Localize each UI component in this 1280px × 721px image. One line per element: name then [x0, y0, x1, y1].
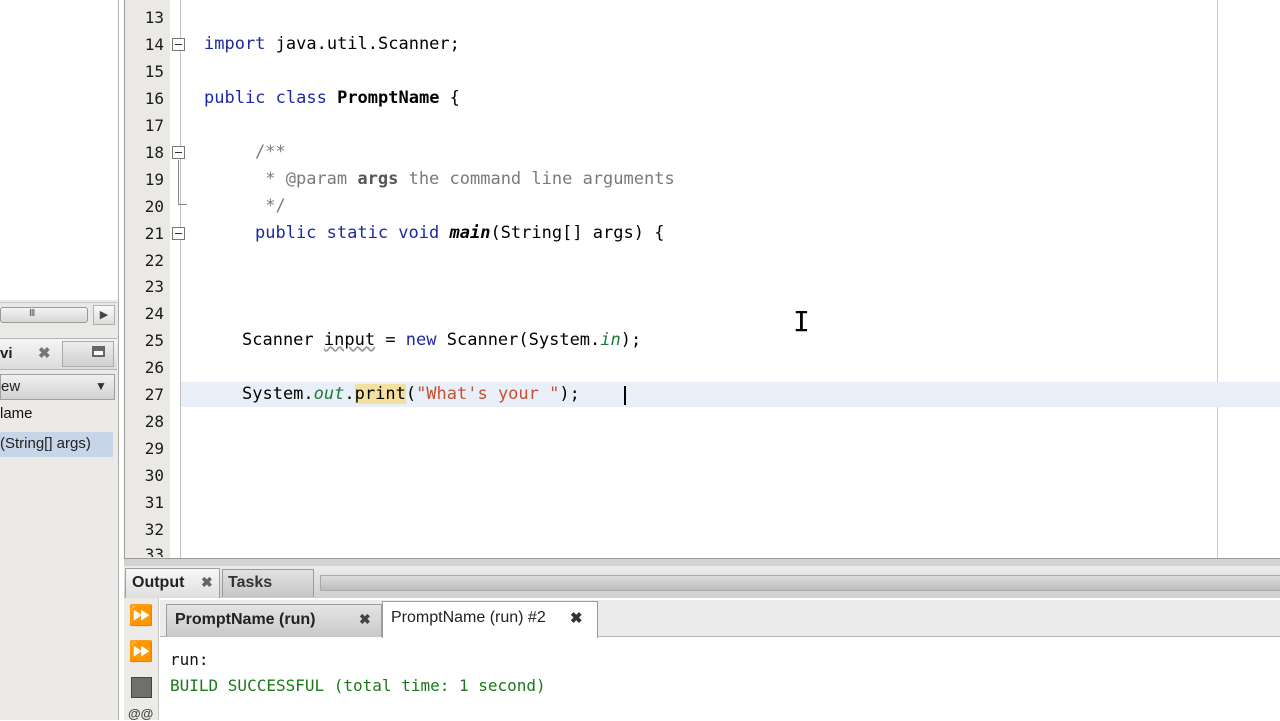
line-number: 20 — [144, 197, 164, 216]
fold-toggle-icon[interactable] — [172, 227, 185, 240]
line-number: 19 — [144, 170, 164, 189]
javadoc-tag: @param — [285, 169, 348, 189]
type-name: Scanner — [242, 330, 324, 350]
close-icon[interactable]: ✖ — [201, 574, 213, 591]
line-number: 28 — [144, 412, 164, 431]
fold-guide — [178, 160, 179, 204]
code-line-16: public class PromptName { — [204, 88, 460, 108]
tree-item-method[interactable]: (String[] args) — [0, 432, 113, 457]
code-editor[interactable] — [181, 0, 1280, 558]
tab-run-2-label: PromptName (run) #2 — [391, 609, 546, 626]
rerun-icon[interactable]: ⏩ — [128, 604, 154, 628]
line-number: 29 — [144, 439, 164, 458]
static-field: in — [600, 330, 621, 350]
close-icon[interactable]: ✖ — [570, 609, 583, 627]
projects-pane — [0, 0, 119, 300]
header-spacer — [62, 341, 114, 367]
tab-output[interactable]: Output ✖ — [125, 568, 220, 598]
string-literal: "What's your — [416, 384, 550, 404]
code-text: java.util.Scanner; — [265, 34, 460, 54]
class-name: PromptName — [337, 88, 440, 108]
console-line: run: — [170, 650, 209, 669]
close-icon[interactable]: ✖ — [359, 611, 371, 628]
code-line-14: import java.util.Scanner; — [204, 34, 460, 54]
line-number: 24 — [144, 304, 164, 323]
tab-run-1-label: PromptName (run) — [175, 611, 316, 628]
header-drag-bar — [320, 575, 1280, 591]
tab-run-1[interactable]: PromptName (run) ✖ — [166, 604, 382, 637]
fold-toggle-icon[interactable] — [172, 38, 185, 51]
view-select-value: ew — [1, 378, 21, 395]
line-number: 16 — [144, 89, 164, 108]
settings-icon[interactable]: @@ — [128, 706, 153, 721]
code-line-21: public static void main(String[] args) { — [255, 223, 664, 243]
line-number: 31 — [144, 493, 164, 512]
ibeam-cursor-icon: I — [793, 305, 810, 338]
method-name: main — [449, 223, 491, 243]
scroll-right-button[interactable]: ▶ — [93, 305, 115, 325]
horizontal-scrollbar[interactable]: III ▶ — [0, 302, 117, 327]
keyword: import — [204, 34, 266, 54]
line-number: 22 — [144, 251, 164, 270]
console-line-success: BUILD SUCCESSFUL (total time: 1 second) — [170, 676, 546, 695]
code-line-18: /** — [255, 142, 286, 162]
line-number: 32 — [144, 520, 164, 539]
line-number: 18 — [144, 143, 164, 162]
code-text: = — [375, 330, 406, 350]
fold-guide-end — [178, 204, 187, 205]
keyword: new — [405, 330, 437, 350]
tree-item-class[interactable]: lame — [0, 405, 33, 422]
code-text: Scanner(System. — [436, 330, 601, 350]
comment-text: the command line arguments — [398, 169, 675, 189]
line-number: 21 — [144, 224, 164, 243]
static-field: out — [313, 384, 345, 404]
code-text: System. — [242, 384, 314, 404]
tab-output-label: Output — [132, 574, 185, 591]
code-text: ( — [405, 384, 417, 404]
line-number: 23 — [144, 277, 164, 296]
minimize-icon[interactable] — [92, 346, 105, 357]
close-icon[interactable]: ✖ — [38, 344, 51, 362]
code-line-27: System.out.print("What's your "); — [242, 384, 580, 404]
line-number: 30 — [144, 466, 164, 485]
code-line-25: Scanner input = new Scanner(System.in); — [242, 330, 641, 350]
chevron-down-icon: ▼ — [95, 379, 107, 393]
line-number: 26 — [144, 358, 164, 377]
line-number: 25 — [144, 331, 164, 350]
navigator-header: vi ✖ — [0, 338, 117, 370]
code-text: (String[] args) { — [490, 223, 665, 243]
code-text: . — [344, 384, 355, 404]
rerun-with-params-icon[interactable]: ⏩ — [128, 640, 154, 664]
tree-item-method-label: (String[] args) — [0, 435, 91, 452]
comment-text: * — [255, 169, 286, 189]
keyword: public static void — [255, 223, 440, 243]
keyword: public class — [204, 88, 327, 108]
code-text: ); — [620, 330, 642, 350]
code-line-20: */ — [255, 196, 286, 216]
tab-run-2[interactable]: PromptName (run) #2 ✖ — [382, 601, 598, 638]
stop-icon[interactable] — [131, 677, 152, 698]
navigator-tab-title[interactable]: vi — [0, 345, 13, 362]
scroll-thumb[interactable]: III — [0, 307, 88, 323]
line-number: 13 — [144, 8, 164, 27]
line-number: 17 — [144, 116, 164, 135]
tab-tasks-label: Tasks — [228, 574, 273, 591]
line-number: 15 — [144, 62, 164, 81]
view-select[interactable]: ew ▼ — [0, 374, 115, 400]
variable-name: input — [323, 330, 376, 350]
tab-tasks[interactable]: Tasks — [222, 569, 314, 597]
grip-icon: III — [29, 308, 35, 319]
javadoc-param: args — [357, 169, 399, 189]
text-caret — [624, 386, 626, 405]
method-call: print — [354, 384, 406, 404]
fold-toggle-icon[interactable] — [172, 146, 185, 159]
string-literal-end: " — [549, 384, 560, 404]
code-text: { — [439, 88, 460, 108]
code-line-19: * @param args the command line arguments — [255, 169, 675, 189]
line-number: 33 — [144, 545, 164, 557]
line-number: 14 — [144, 35, 164, 54]
code-text: ); — [559, 384, 580, 404]
right-margin-guide — [1217, 0, 1218, 558]
line-number: 27 — [144, 385, 164, 404]
